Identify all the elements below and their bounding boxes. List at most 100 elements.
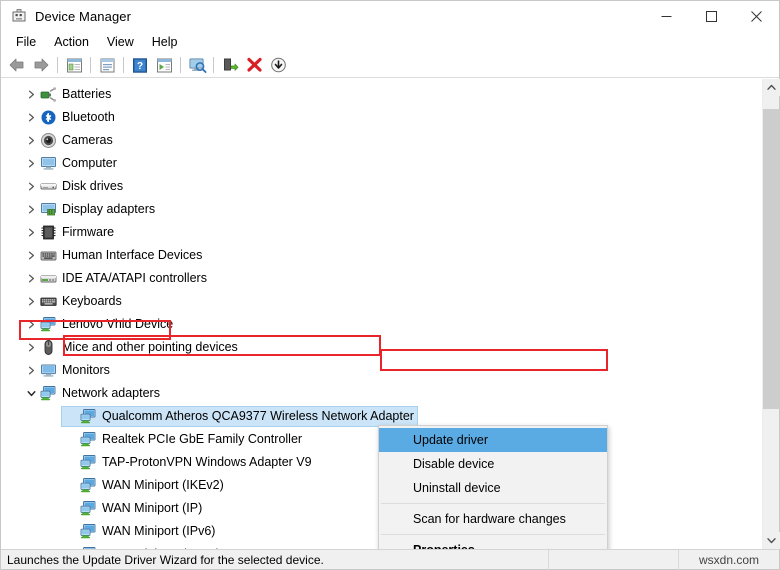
scroll-down-icon[interactable] [763,532,780,549]
tree-item-label: Computer [62,155,117,172]
display-adapter-icon [40,201,57,218]
network-adapter-icon [40,316,57,333]
tree-item[interactable]: Network adapters [1,382,753,405]
enable-device-icon[interactable] [218,54,242,76]
tree-item[interactable]: IDE ATA/ATAPI controllers [1,267,753,290]
tree-expander-collapsed[interactable] [23,152,40,175]
scroll-up-icon[interactable] [763,79,780,96]
toolbar-separator [180,57,181,73]
tree-item[interactable]: Display adapters [1,198,753,221]
tree-item-label: Mice and other pointing devices [62,339,238,356]
tree-item[interactable]: Mice and other pointing devices [1,336,753,359]
firmware-icon [40,224,57,241]
tree-item[interactable]: Qualcomm Atheros QCA9377 Wireless Networ… [1,405,753,428]
tree-expander-collapsed[interactable] [23,129,40,152]
tree-expander-collapsed[interactable] [23,221,40,244]
context-menu-item[interactable]: Disable device [379,452,607,476]
tree-expander-collapsed[interactable] [23,336,40,359]
tree-expander-none [63,405,80,428]
vertical-scrollbar[interactable] [762,79,779,549]
disk-drive-icon [40,178,57,195]
context-menu-item[interactable]: Update driver [379,428,607,452]
tree-item[interactable]: Lenovo Vhid Device [1,313,753,336]
close-button[interactable] [734,1,779,31]
tree-expander-expanded[interactable] [23,382,40,405]
status-bar: Launches the Update Driver Wizard for th… [1,549,779,569]
context-menu-separator [381,534,605,535]
tree-item[interactable]: WAN Miniport (IPv6) [1,520,753,543]
tree-item[interactable]: WAN Miniport (IKEv2) [1,474,753,497]
tree-expander-collapsed[interactable] [23,83,40,106]
computer-icon [40,155,57,172]
tree-item[interactable]: Firmware [1,221,753,244]
context-menu-item[interactable]: Properties [379,538,607,549]
tree-item-label: Keyboards [62,293,122,310]
tree-item[interactable]: TAP-ProtonVPN Windows Adapter V9 [1,451,753,474]
tree-expander-collapsed[interactable] [23,313,40,336]
help-icon[interactable]: ? [128,54,152,76]
tree-expander-collapsed[interactable] [23,198,40,221]
tree-item[interactable]: Cameras [1,129,753,152]
tree-expander-none [63,497,80,520]
properties-icon[interactable] [95,54,119,76]
tree-item-label: TAP-ProtonVPN Windows Adapter V9 [102,454,312,471]
update-driver-icon[interactable] [152,54,176,76]
menu-bar: File Action View Help [1,31,779,53]
scan-for-hardware-changes-icon[interactable] [185,54,209,76]
tree-item[interactable]: Keyboards [1,290,753,313]
tree-item-label: Lenovo Vhid Device [62,316,173,333]
camera-icon [40,132,57,149]
device-context-menu[interactable]: Update driver Disable deviceUninstall dev… [378,425,608,549]
tree-expander-collapsed[interactable] [23,106,40,129]
tree-item[interactable]: Realtek PCIe GbE Family Controller [1,428,753,451]
tree-item-label: Realtek PCIe GbE Family Controller [102,431,302,448]
tree-item[interactable]: Human Interface Devices [1,244,753,267]
window-controls [644,1,779,31]
context-menu-item-label: Properties [413,543,475,549]
tree-expander-none [63,428,80,451]
tree-item[interactable]: Bluetooth [1,106,753,129]
menu-help[interactable]: Help [143,33,187,51]
network-adapter-icon [80,523,97,540]
tree-item[interactable]: Monitors [1,359,753,382]
maximize-button[interactable] [689,1,734,31]
tree-item-label: IDE ATA/ATAPI controllers [62,270,207,287]
tree-item-label: Cameras [62,132,113,149]
tree-expander-collapsed[interactable] [23,244,40,267]
tree-expander-collapsed[interactable] [23,175,40,198]
scrollbar-thumb[interactable] [763,109,780,409]
tree-expander-none [63,520,80,543]
tree-item-label: Batteries [62,86,111,103]
window-title: Device Manager [35,9,131,24]
menu-action[interactable]: Action [45,33,98,51]
device-tree-pane[interactable]: Batteries Bluetooth Cameras Computer Disk dr… [1,79,779,549]
tree-item[interactable]: WAN Miniport (IP) [1,497,753,520]
context-menu-item[interactable]: Uninstall device [379,476,607,500]
back-icon[interactable] [5,54,29,76]
tree-item[interactable]: Computer [1,152,753,175]
keyboard-icon [40,293,57,310]
context-menu-item[interactable]: Scan for hardware changes [379,507,607,531]
menu-file[interactable]: File [7,33,45,51]
context-menu-item-label: Update driver [413,433,488,447]
show-hide-console-tree-icon[interactable] [62,54,86,76]
ide-controller-icon [40,270,57,287]
tree-expander-collapsed[interactable] [23,290,40,313]
tree-expander-none [63,474,80,497]
network-adapter-icon [80,431,97,448]
mouse-icon [40,339,57,356]
forward-icon[interactable] [29,54,53,76]
svg-text:?: ? [137,61,143,72]
minimize-button[interactable] [644,1,689,31]
tree-item[interactable]: Batteries [1,83,753,106]
tree-item-label: Network adapters [62,385,160,402]
uninstall-device-icon[interactable] [242,54,266,76]
menu-view[interactable]: View [98,33,143,51]
toolbar-separator [213,57,214,73]
tree-expander-collapsed[interactable] [23,359,40,382]
device-manager-window: Device Manager File Action View Help [0,0,780,570]
install-legacy-hardware-icon[interactable] [266,54,290,76]
tree-item[interactable]: Disk drives [1,175,753,198]
tree-expander-collapsed[interactable] [23,267,40,290]
toolbar: ? [1,53,779,78]
